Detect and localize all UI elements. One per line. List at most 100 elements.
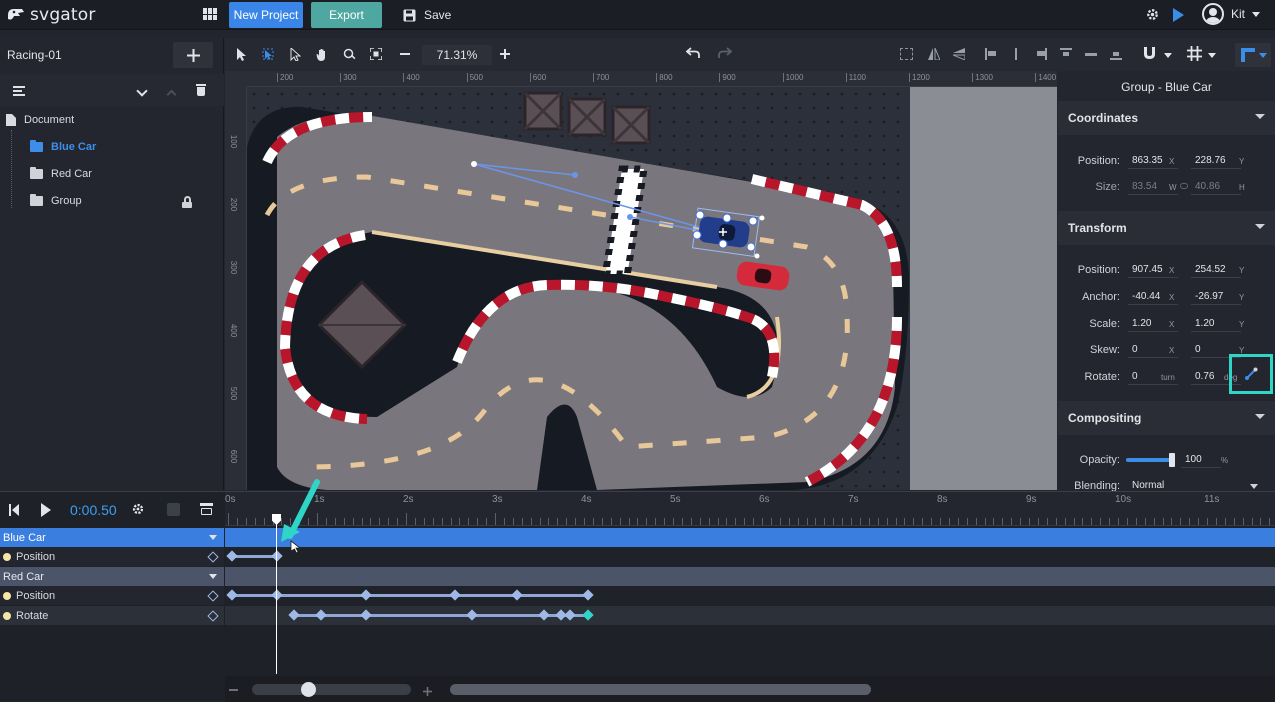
track-red-car-rotate[interactable]: Rotate [0,606,224,625]
layers-toolbar [0,74,224,106]
new-project-button[interactable]: New Project [229,2,303,28]
canvas-area[interactable] [247,87,1057,490]
timeline-settings-gear-icon[interactable] [131,502,145,519]
track-red-car[interactable]: Red Car [0,567,224,586]
user-menu-chevron-icon[interactable] [1252,12,1260,17]
layer-order-icon[interactable] [13,86,25,96]
time-tick-label: 0s [225,494,236,505]
undo-icon[interactable] [685,47,700,62]
time-tick-mark [948,518,950,525]
align-left-icon[interactable] [985,48,997,60]
zoom-out-button[interactable] [395,46,415,62]
collapse-chevron-icon[interactable] [136,85,148,97]
timeline-horizontal-scrollbar[interactable] [450,684,871,695]
scale-y-input[interactable]: 1.20 [1191,316,1241,332]
zoom-tool-icon[interactable] [339,44,359,64]
flip-horizontal-icon[interactable] [928,47,941,63]
blending-chevron-icon[interactable] [1250,484,1258,489]
trash-icon[interactable] [196,84,206,96]
ruler-tick-label: 500 [466,73,483,82]
compositing-section-header[interactable]: Compositing [1058,401,1275,435]
align-top-icon[interactable] [1060,48,1072,60]
settings-gear-icon[interactable] [1145,7,1160,25]
link-ratio-icon[interactable] [1180,183,1188,189]
grid-icon[interactable] [1187,46,1202,64]
opacity-slider-handle[interactable] [1169,453,1175,467]
anchor-y-input[interactable]: -26.97 [1191,289,1241,305]
time-tick-label: 10s [1115,494,1132,505]
unit-y: Y [1239,266,1245,275]
keyframe-toggle-icon[interactable] [207,551,219,563]
track-label: Red Car [3,570,44,583]
zoom-in-timeline-icon[interactable] [423,685,432,699]
section-title: Transform [1068,221,1127,235]
preview-play-icon[interactable] [1173,8,1184,22]
ruler-tick-label: 800 [656,73,673,82]
time-tick-mark [851,518,852,525]
snap-menu-chevron-icon[interactable] [1164,53,1172,58]
align-right-icon[interactable] [1035,48,1047,60]
zoom-out-timeline-icon[interactable] [229,689,238,691]
node-select-icon[interactable] [285,44,305,64]
apps-grid-icon[interactable] [203,8,217,20]
hand-pan-icon[interactable] [312,44,332,64]
transform-section-header[interactable]: Transform [1058,211,1275,245]
race-track-artwork[interactable] [247,87,1057,490]
add-layer-button[interactable] [173,42,213,68]
layer-document[interactable]: Document [6,114,74,126]
time-tick-mark [940,518,941,525]
track-blue-car[interactable]: Blue Car [0,528,224,547]
bulb-icon [3,611,11,620]
layer-red-car[interactable]: Red Car [30,167,92,180]
save-button[interactable]: Save [403,7,451,23]
transform-position-y-input[interactable]: 254.52 [1191,262,1241,278]
track-red-car-position[interactable]: Position [0,586,224,605]
layer-group[interactable]: Group [30,194,82,207]
flip-vertical-icon[interactable] [952,48,966,63]
svgator-logo[interactable]: svgator [6,5,96,25]
ruler-tick-label: 600 [229,449,239,464]
time-tick-mark [521,518,523,525]
grid-menu-chevron-icon[interactable] [1208,53,1216,58]
opacity-input[interactable]: 100 [1181,452,1221,468]
timeline-zoom-slider[interactable] [252,682,411,697]
align-bottom-icon[interactable] [1110,48,1122,60]
ruler-tick-label: 700 [593,73,609,82]
opacity-slider[interactable] [1126,453,1175,467]
ruler-tick-label: 900 [719,73,736,82]
user-name[interactable]: Kit [1231,7,1245,21]
select-arrow-icon[interactable] [231,44,251,64]
coordinates-section-header[interactable]: Coordinates [1058,101,1275,135]
align-middle-v-icon[interactable] [1085,53,1097,56]
lock-icon[interactable] [182,196,192,208]
auto-orient-button[interactable] [1229,354,1273,394]
zoom-in-button[interactable] [495,46,515,62]
transform-select-icon[interactable] [258,44,278,64]
chevron-down-icon [209,574,217,579]
timeline-ruler[interactable]: 0s 1s 2s 3s 4s 5s 6s 7s 8s 9s 10s 11s [225,492,1275,526]
snap-magnet-icon[interactable] [1142,46,1157,64]
track-blue-car-position[interactable]: Position [0,547,224,566]
track-lane [225,528,1275,547]
keyframe-menu-icon[interactable] [200,503,213,516]
timeline-zoom-handle[interactable] [301,682,316,697]
project-name[interactable]: Racing-01 [7,48,62,62]
fit-to-screen-icon[interactable] [366,44,386,64]
layer-blue-car[interactable]: Blue Car [30,140,96,153]
inspector-title: Group - Blue Car [1121,80,1212,94]
layers-panel: Racing-01 Document Blue Car Red Car Grou… [0,38,224,490]
align-center-h-icon[interactable] [1010,48,1022,60]
coord-position-y-input[interactable]: 228.76 [1191,153,1241,169]
time-tick-mark [486,518,488,525]
current-time[interactable]: 0:00.50 [70,502,117,518]
play-icon[interactable] [41,503,51,517]
transform-position-label: Position: [1077,264,1120,276]
zoom-level-field[interactable]: 71.31% [422,45,492,65]
user-avatar-icon[interactable] [1202,3,1224,25]
export-button[interactable]: Export [311,2,382,28]
keyframe-toggle-icon[interactable] [207,610,219,622]
keyframe-toggle-icon[interactable] [207,590,219,602]
skip-to-start-icon[interactable] [9,504,19,516]
chevron-down-icon [1255,224,1265,229]
ruler-toggle-icon[interactable] [1235,43,1271,67]
